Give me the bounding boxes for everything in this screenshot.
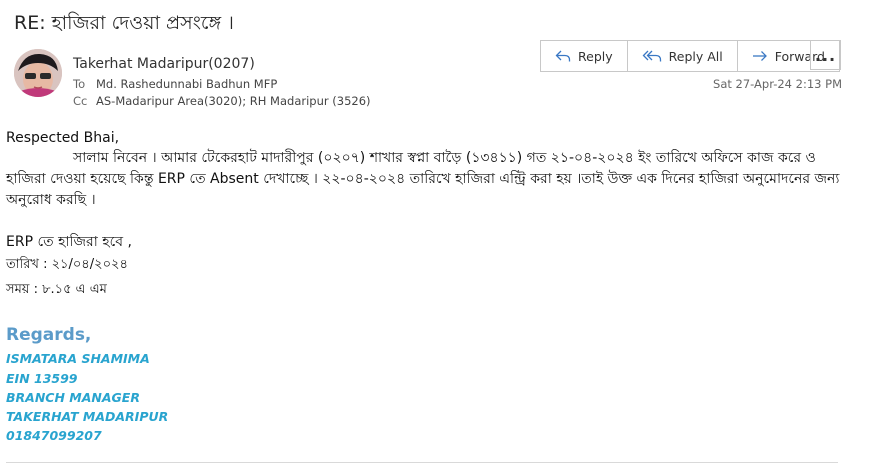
sender-name[interactable]: Takerhat Madaripur(0207)	[73, 56, 255, 72]
signature-name: ISMATARA SHAMIMA	[6, 351, 150, 366]
cc-row: Cc AS-Madaripur Area(3020); RH Madaripur …	[73, 94, 371, 108]
reply-button[interactable]: Reply	[541, 41, 628, 71]
sent-timestamp: Sat 27-Apr-24 2:13 PM	[713, 77, 842, 91]
message-body: Respected Bhai, সালাম নিবেন । আমার টেকের…	[6, 128, 856, 211]
date-line: তারিখ : ২১/০৪/২০২৪	[6, 257, 128, 272]
reply-all-icon	[642, 50, 661, 62]
signature-title: BRANCH MANAGER	[6, 390, 140, 405]
more-actions-button[interactable]: ...	[810, 40, 841, 70]
erp-line: ERP তে হাজিরা হবে ,	[6, 234, 132, 250]
forward-arrow-icon	[752, 51, 767, 61]
to-recipients[interactable]: Md. Rashedunnabi Badhun MFP	[96, 77, 277, 91]
reply-all-button[interactable]: Reply All	[628, 41, 738, 71]
signature-regards: Regards,	[6, 325, 92, 345]
to-row: To Md. Rashedunnabi Badhun MFP	[73, 77, 277, 91]
more-dots-icon: ...	[814, 45, 837, 65]
reply-label: Reply	[578, 48, 613, 64]
cc-label: Cc	[73, 94, 88, 108]
reply-icon	[555, 50, 571, 62]
message-divider	[6, 462, 838, 463]
signature-branch: TAKERHAT MADARIPUR	[6, 409, 169, 424]
greeting: Respected Bhai,	[6, 130, 120, 146]
to-label: To	[73, 77, 86, 91]
message-toolbar: Reply Reply All Forward	[540, 40, 840, 72]
sender-photo-icon	[14, 49, 62, 97]
signature-ein: EIN 13599	[6, 371, 78, 386]
time-line: সময় : ৮.১৫ এ এম	[6, 282, 107, 297]
email-subject: RE: হাজিরা দেওয়া প্রসংঙ্গে ।	[14, 12, 234, 34]
avatar[interactable]	[14, 49, 62, 97]
signature-phone: 01847099207	[6, 428, 102, 443]
body-paragraph: সালাম নিবেন । আমার টেকেরহাট মাদারীপুর (০…	[6, 150, 840, 208]
reply-all-label: Reply All	[668, 48, 723, 64]
cc-recipients[interactable]: AS-Madaripur Area(3020); RH Madaripur (3…	[96, 94, 371, 108]
